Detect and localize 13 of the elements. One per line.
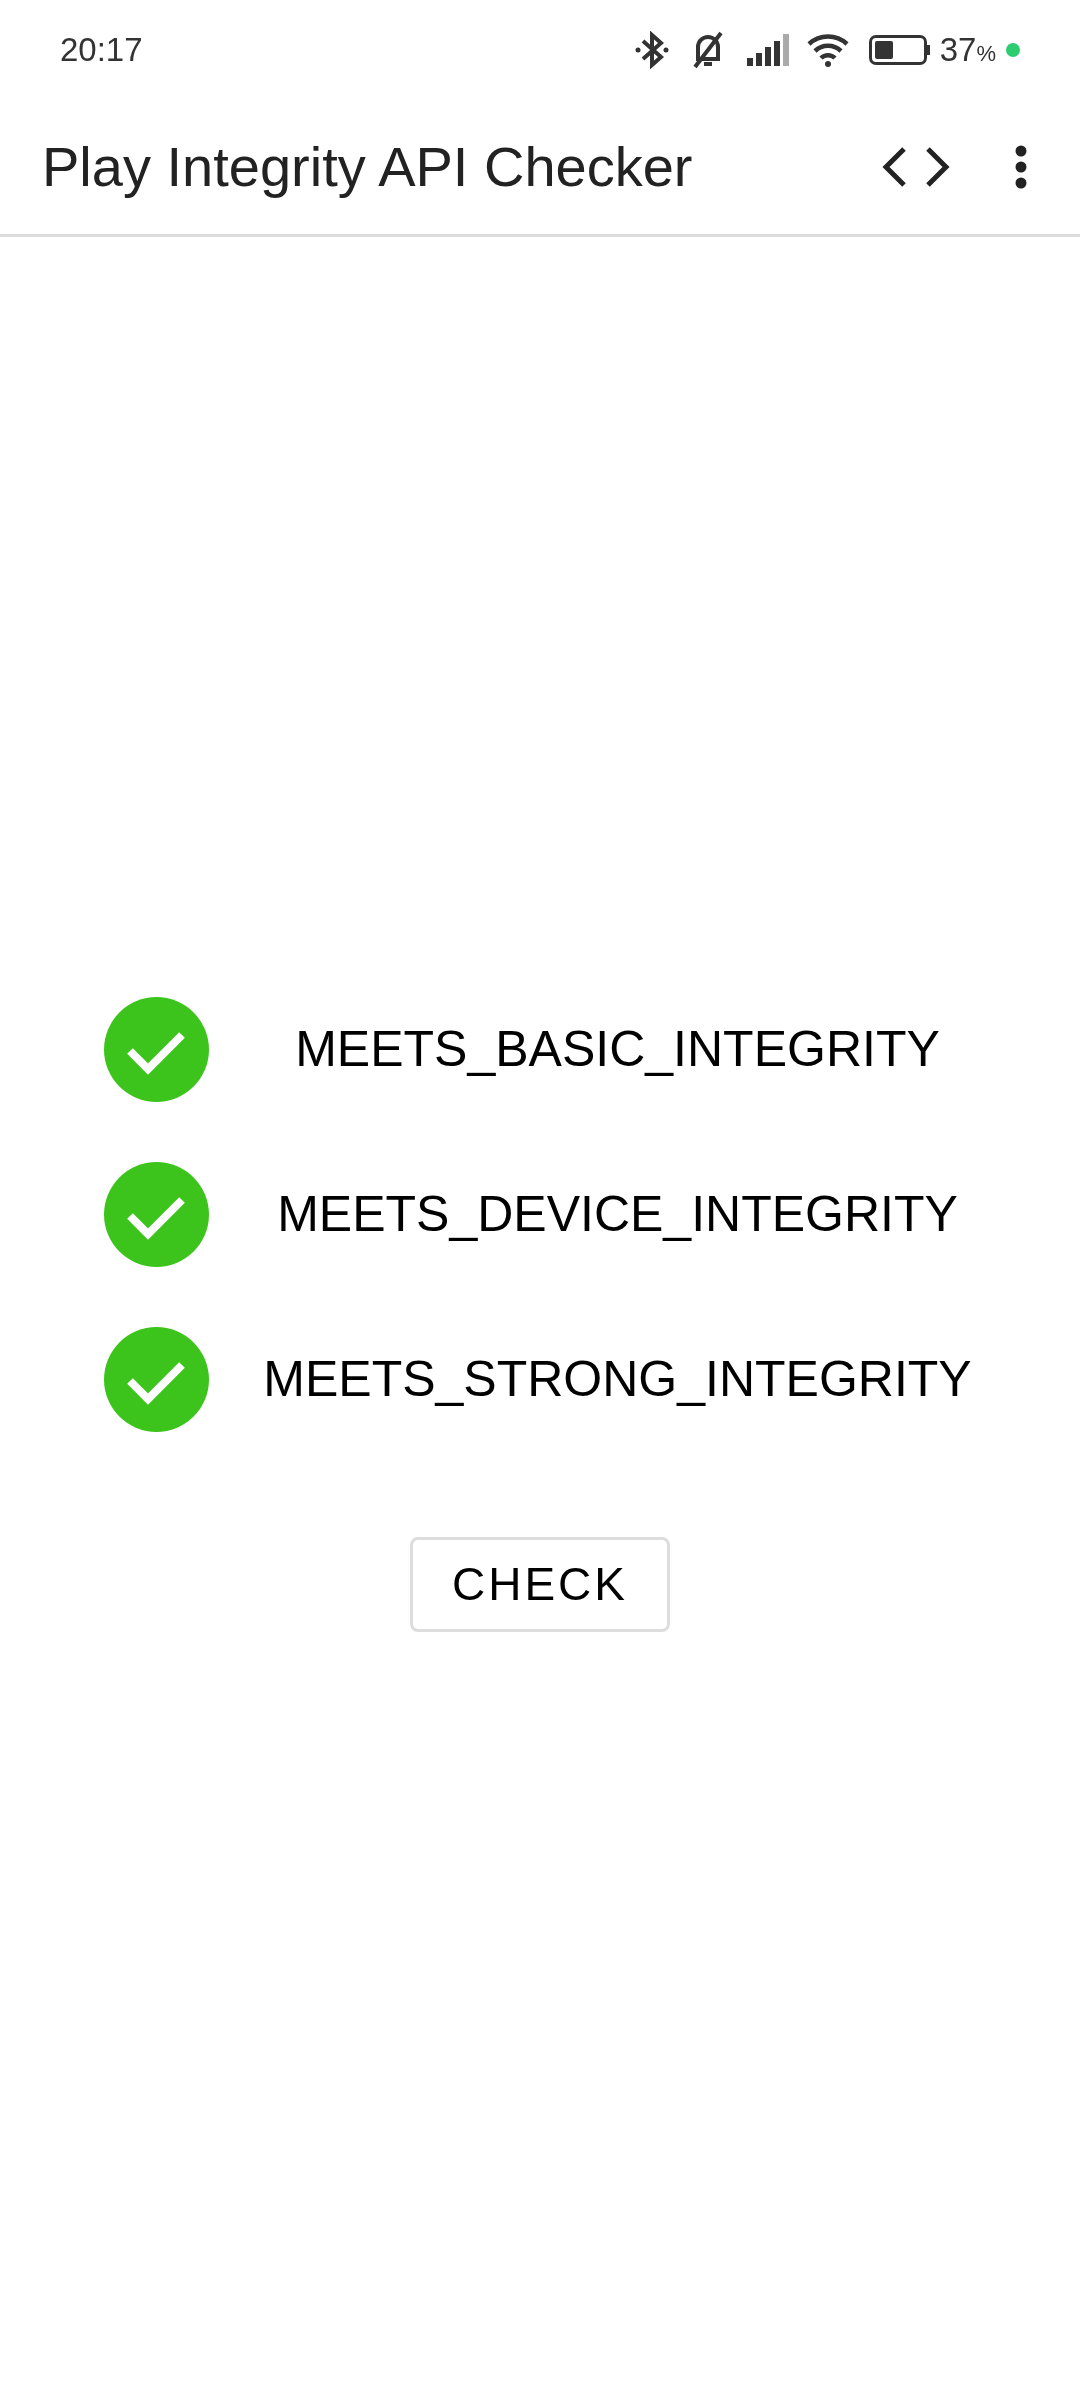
app-title: Play Integrity API Checker	[42, 134, 694, 200]
integrity-label: MEETS_STRONG_INTEGRITY	[263, 1350, 972, 1409]
bluetooth-icon	[634, 31, 669, 69]
integrity-label: MEETS_BASIC_INTEGRITY	[295, 1020, 940, 1079]
wifi-icon	[806, 32, 851, 68]
signal-icon	[746, 34, 789, 66]
battery-icon	[868, 35, 930, 65]
check-button[interactable]: CHECK	[410, 1537, 670, 1632]
integrity-label: MEETS_DEVICE_INTEGRITY	[277, 1185, 958, 1244]
battery-percentage: 37%	[939, 30, 996, 71]
more-options-icon[interactable]	[1014, 145, 1028, 189]
code-icon[interactable]	[880, 145, 952, 189]
status-time: 20:17	[60, 30, 143, 71]
